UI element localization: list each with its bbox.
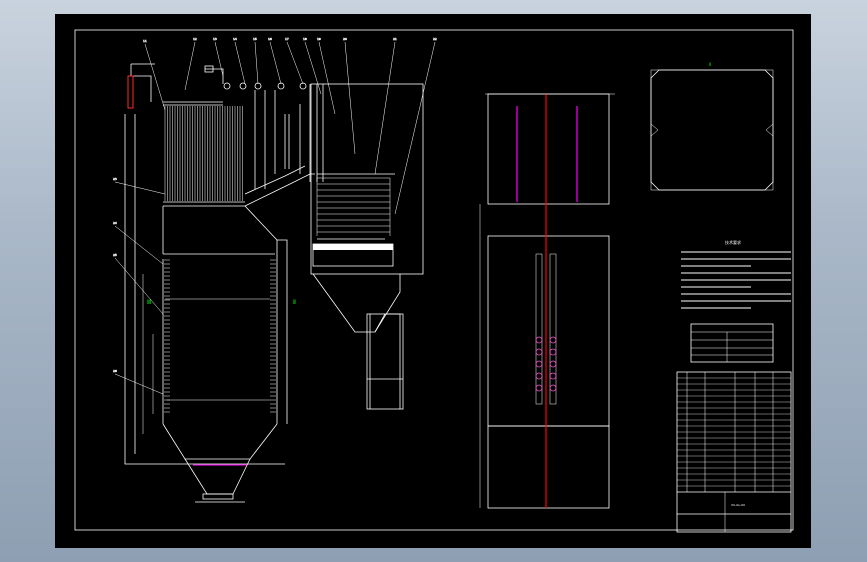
drawing-viewport[interactable]: Ⅲ Ⅱ 11 12 13 14 15 16 17 18 19 20 21 22 23 24 25 26 [55, 14, 811, 548]
title-block-code: XX-GL-00 [731, 503, 745, 507]
callout-label: 24 [113, 221, 117, 225]
callout-label: 19 [317, 37, 321, 41]
callout-label: 18 [303, 37, 307, 41]
right-marker-green: Ⅱ [293, 299, 296, 306]
callout-label: 22 [433, 37, 437, 41]
callout-label: 11 [143, 39, 147, 43]
callout-label: 23 [113, 177, 117, 181]
callout-label: 25 [113, 253, 117, 257]
callout-label: 12 [193, 37, 197, 41]
callout-label: 17 [285, 37, 289, 41]
callout-label: 21 [393, 37, 397, 41]
left-marker-green: Ⅲ [147, 299, 151, 306]
callout-label: 20 [343, 37, 347, 41]
plan-label: Ⅱ [709, 62, 711, 67]
callout-label: 26 [113, 369, 117, 373]
callout-label: 13 [213, 37, 217, 41]
callout-label: 14 [233, 37, 237, 41]
notes-title: 技术要求 [725, 239, 741, 245]
callout-label: 16 [268, 37, 272, 41]
drawing-canvas: Ⅲ Ⅱ 11 12 13 14 15 16 17 18 19 20 21 22 23 24 25 26 [55, 14, 811, 548]
callout-label: 15 [253, 37, 257, 41]
